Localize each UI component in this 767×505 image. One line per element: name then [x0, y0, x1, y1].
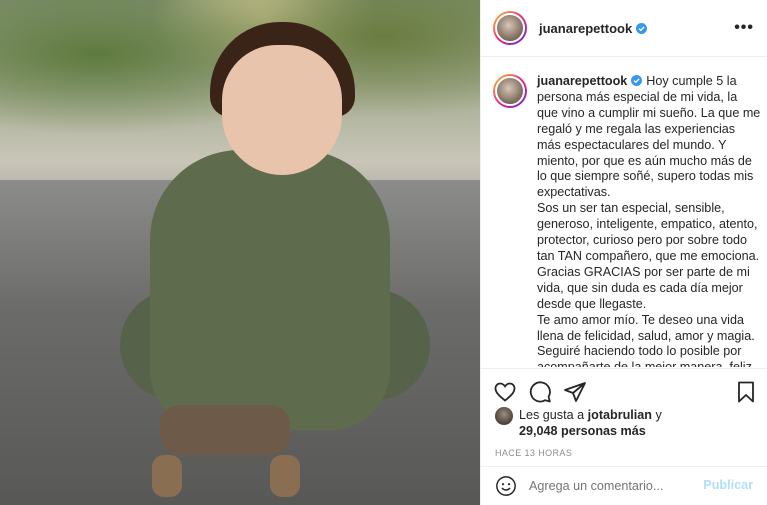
action-bar	[481, 368, 767, 412]
likes-summary: Les gusta a jotabrulian y 29,048 persona…	[495, 407, 662, 439]
verified-badge-icon	[636, 22, 648, 34]
likes-conjunction: y	[655, 408, 662, 422]
post-photo[interactable]	[0, 0, 480, 505]
caption-username[interactable]: juanarepettook	[537, 74, 627, 88]
caption-paragraph: Te amo amor mío. Te deseo una vida llena…	[537, 312, 755, 343]
liker-username[interactable]: jotabrulian	[588, 408, 652, 422]
more-options-icon[interactable]: •••	[734, 19, 754, 37]
photo-wheel-right	[270, 455, 300, 497]
verified-badge-icon	[631, 75, 643, 86]
heart-icon[interactable]	[493, 380, 517, 404]
caption: juanarepettook Hoy cumple 5 la persona m…	[493, 74, 761, 367]
caption-avatar[interactable]	[493, 74, 527, 108]
bookmark-icon[interactable]	[734, 380, 758, 404]
likes-prefix: Les gusta a	[519, 408, 585, 422]
caption-paragraph: Sos un ser tan especial, sensible, gener…	[537, 201, 760, 311]
share-icon[interactable]	[563, 380, 587, 404]
caption-paragraph: Hoy cumple 5 la persona más especial de …	[537, 74, 761, 200]
photo-body	[150, 150, 390, 430]
author-username[interactable]: juanarepettook	[539, 21, 632, 36]
post-timestamp[interactable]: HACE 13 HORAS	[495, 448, 572, 458]
post-header: juanarepettook •••	[481, 0, 767, 57]
comment-icon[interactable]	[528, 380, 552, 404]
photo-face	[222, 45, 342, 175]
likes-count[interactable]: 29,048 personas más	[519, 424, 646, 438]
author-avatar[interactable]	[493, 11, 527, 45]
caption-paragraph: Seguiré haciendo todo lo posible por aco…	[537, 344, 752, 367]
post-side-panel: juanarepettook ••• juanarepettook Hoy cu…	[480, 0, 767, 505]
publish-button[interactable]: Publicar	[703, 478, 753, 492]
photo-wheel-left	[152, 455, 182, 497]
emoji-icon[interactable]	[495, 475, 517, 497]
comment-input[interactable]	[529, 479, 689, 493]
photo-skateboard	[160, 405, 290, 455]
caption-text: juanarepettook Hoy cumple 5 la persona m…	[537, 74, 761, 367]
liker-avatar[interactable]	[495, 407, 513, 425]
